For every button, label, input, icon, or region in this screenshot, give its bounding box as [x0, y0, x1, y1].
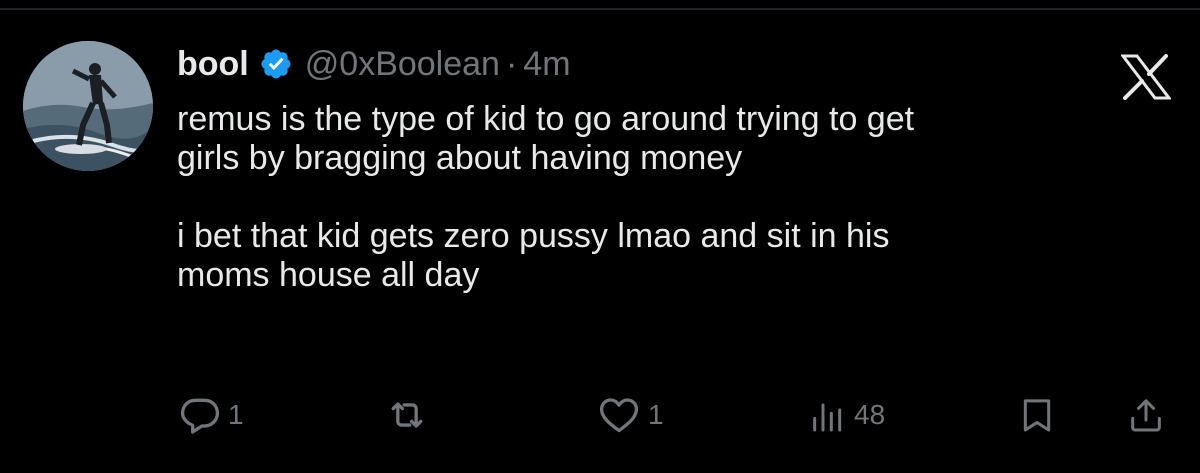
timestamp[interactable]: 4m [523, 45, 570, 84]
top-divider [0, 8, 1200, 10]
views-button[interactable]: 48 [808, 390, 885, 440]
bookmark-icon [1017, 393, 1057, 437]
avatar[interactable] [23, 41, 153, 171]
like-button[interactable]: 1 [596, 390, 664, 440]
x-logo-icon [1119, 54, 1173, 100]
handle[interactable]: @0xBoolean [305, 45, 500, 84]
share-button[interactable] [1126, 390, 1166, 440]
display-name[interactable]: bool [177, 45, 249, 84]
tweet-header: bool @0xBoolean · 4m [177, 40, 571, 88]
views-icon [808, 393, 848, 437]
views-count: 48 [854, 399, 886, 430]
retweet-icon [384, 393, 430, 437]
retweet-button[interactable] [384, 390, 430, 440]
action-bar: 1 1 48 [0, 390, 1200, 440]
reply-icon [178, 393, 222, 437]
bookmark-button[interactable] [1017, 390, 1057, 440]
like-count: 1 [648, 399, 664, 430]
share-icon [1126, 393, 1166, 437]
heart-icon [596, 393, 642, 437]
verified-badge-icon [259, 47, 293, 81]
reply-count: 1 [228, 399, 244, 430]
tweet-text: remus is the type of kid to go around tr… [177, 100, 915, 294]
separator-dot: · [505, 44, 518, 83]
reply-button[interactable]: 1 [178, 390, 244, 440]
